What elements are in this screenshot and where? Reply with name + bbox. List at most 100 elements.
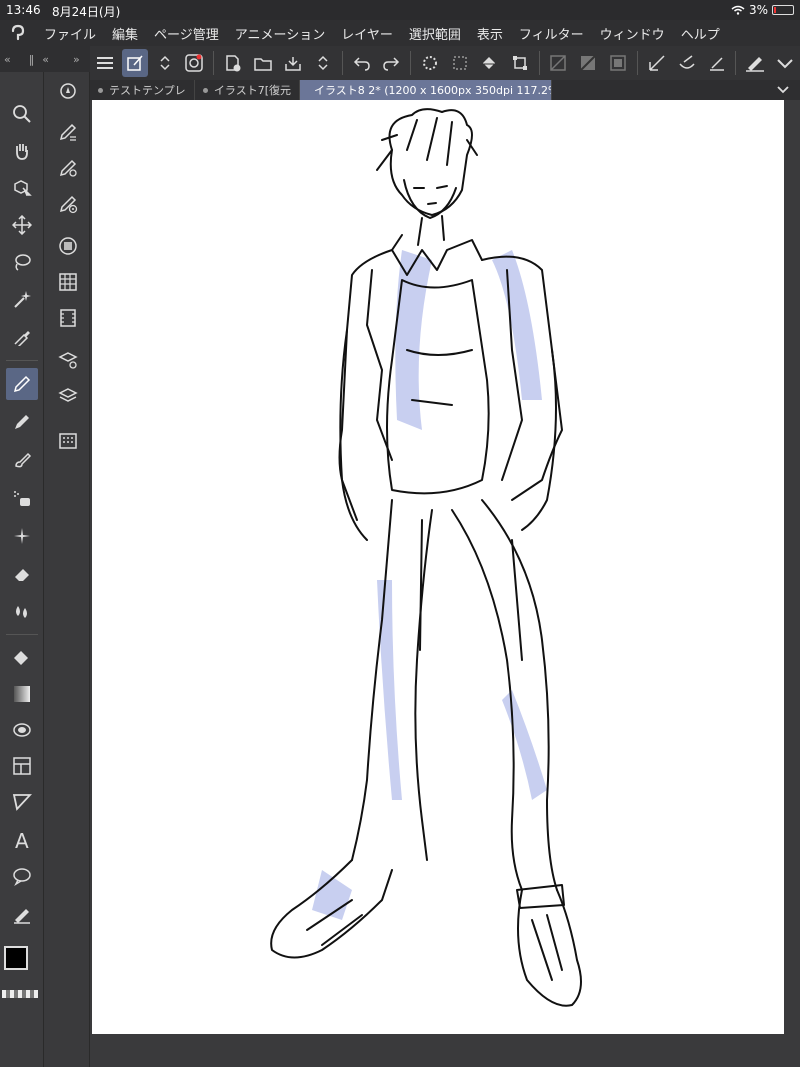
- menu-icon[interactable]: [92, 49, 118, 77]
- frame-icon[interactable]: [6, 750, 38, 782]
- grid-snap-icon[interactable]: [704, 49, 730, 77]
- navigator-icon[interactable]: [52, 75, 84, 107]
- tab-dot-icon: [203, 87, 208, 93]
- wifi-icon: [731, 5, 745, 15]
- status-indicators: 3%: [731, 3, 794, 17]
- toolbar-divider: [213, 51, 215, 75]
- menu-page-manage[interactable]: ページ管理: [146, 24, 227, 43]
- edit-mode-icon[interactable]: [121, 49, 148, 77]
- toolbar-divider-6: [735, 51, 737, 75]
- ruler-icon[interactable]: [6, 786, 38, 818]
- eraser-icon[interactable]: [6, 558, 38, 590]
- battery-percent: 3%: [748, 3, 768, 17]
- transparent-color-swatch[interactable]: [2, 990, 38, 998]
- tab-illust7[interactable]: イラスト7[復元: [195, 80, 300, 100]
- correction-line-icon[interactable]: [6, 898, 38, 930]
- pen-pressure-icon[interactable]: [742, 49, 768, 77]
- battery-icon: [772, 5, 794, 15]
- menu-filter[interactable]: フィルター: [511, 24, 592, 43]
- eyedropper-icon[interactable]: [6, 320, 38, 352]
- chevron-down-icon[interactable]: [772, 49, 798, 77]
- collapse-right-icon[interactable]: »: [73, 53, 80, 66]
- contour-fill-icon[interactable]: [6, 714, 38, 746]
- save-icon[interactable]: [280, 49, 306, 77]
- tab-label: テストテンプレ: [109, 84, 186, 97]
- tab-label: イラスト8 2* (1200 x 1600px 350dpi 117.2%): [314, 84, 552, 97]
- main-color-swatch[interactable]: [4, 946, 28, 970]
- layers-icon[interactable]: [52, 380, 84, 412]
- app-logo-icon[interactable]: [0, 20, 36, 46]
- collapse-left-icon-2[interactable]: «: [42, 53, 49, 66]
- color-swatch[interactable]: [4, 946, 40, 986]
- status-date: 8月24日(月): [52, 5, 121, 19]
- menu-file[interactable]: ファイル: [36, 24, 104, 43]
- zoom-icon[interactable]: [6, 98, 38, 130]
- sub-tool-pen-icon[interactable]: [52, 116, 84, 148]
- companion-icon[interactable]: [182, 49, 208, 77]
- brush-size-icon[interactable]: [52, 188, 84, 220]
- toolbar-divider-5: [637, 51, 638, 75]
- special-ruler-snap-icon[interactable]: [674, 49, 700, 77]
- tab-dot-icon: [98, 87, 103, 93]
- tab-label: イラスト7[復元: [213, 84, 291, 97]
- text-icon[interactable]: A: [6, 824, 38, 856]
- undo-icon[interactable]: [349, 49, 375, 77]
- pen-icon[interactable]: [6, 368, 38, 400]
- move-icon[interactable]: [6, 209, 38, 241]
- object-select-icon[interactable]: [6, 172, 38, 204]
- line-art-figure: [270, 108, 582, 1007]
- menu-view[interactable]: 表示: [469, 24, 511, 43]
- hand-icon[interactable]: [6, 135, 38, 167]
- toolbar-divider-2: [341, 51, 343, 75]
- magic-wand-icon[interactable]: [6, 283, 38, 315]
- chevron-updown-icon-2[interactable]: [310, 49, 336, 77]
- fill-selection-icon[interactable]: [605, 49, 631, 77]
- menu-selection[interactable]: 選択範囲: [401, 24, 469, 43]
- tool-divider-2: [6, 634, 38, 635]
- svg-text:A: A: [15, 830, 29, 850]
- toolbar-divider-3: [410, 51, 412, 75]
- chevron-updown-icon[interactable]: [152, 49, 178, 77]
- menu-bar: ファイル 編集 ページ管理 アニメーション レイヤー 選択範囲 表示 フィルター…: [0, 20, 800, 46]
- lasso-icon[interactable]: [6, 246, 38, 278]
- brush-icon[interactable]: [6, 444, 38, 476]
- clear-outside-icon[interactable]: [575, 49, 601, 77]
- tab-illust8[interactable]: イラスト8 2* (1200 x 1600px 350dpi 117.2%): [300, 80, 552, 100]
- canvas-area: [90, 100, 800, 1067]
- redo-icon[interactable]: [378, 49, 404, 77]
- toolbar-divider-4: [538, 51, 540, 75]
- blend-icon[interactable]: [6, 596, 38, 628]
- grip-icon[interactable]: ‖: [29, 53, 35, 66]
- collapse-left-icon[interactable]: «: [4, 53, 11, 66]
- fill-icon[interactable]: [6, 642, 38, 674]
- layer-property-icon[interactable]: [52, 344, 84, 376]
- clear-layer-icon[interactable]: [546, 49, 572, 77]
- pencil-icon[interactable]: [6, 406, 38, 438]
- airbrush-icon[interactable]: [6, 482, 38, 514]
- fill-bucket-icon[interactable]: [477, 49, 503, 77]
- status-time: 13:46: [6, 3, 41, 17]
- color-wheel-icon[interactable]: [52, 230, 84, 262]
- tab-test-template[interactable]: テストテンプレ: [90, 80, 195, 100]
- color-set-icon[interactable]: [52, 266, 84, 298]
- loading-icon[interactable]: [417, 49, 443, 77]
- tab-list-chevron-icon[interactable]: [776, 85, 800, 95]
- menu-edit[interactable]: 編集: [104, 24, 146, 43]
- menu-layer[interactable]: レイヤー: [333, 24, 401, 43]
- deselect-icon[interactable]: [447, 49, 473, 77]
- drawing-canvas[interactable]: [92, 100, 784, 1034]
- decoration-icon[interactable]: [6, 520, 38, 552]
- balloon-icon[interactable]: [6, 860, 38, 892]
- material-icon[interactable]: [52, 424, 84, 456]
- gradient-icon[interactable]: [6, 678, 38, 710]
- open-folder-icon[interactable]: [250, 49, 276, 77]
- ruler-snap-icon[interactable]: [644, 49, 670, 77]
- menu-window[interactable]: ウィンドウ: [592, 24, 673, 43]
- transform-icon[interactable]: [507, 49, 533, 77]
- tool-property-icon[interactable]: [52, 152, 84, 184]
- menu-help[interactable]: ヘルプ: [673, 24, 728, 43]
- command-bar: [90, 46, 800, 80]
- timeline-icon[interactable]: [52, 302, 84, 334]
- menu-animation[interactable]: アニメーション: [227, 24, 333, 43]
- new-file-icon[interactable]: [220, 49, 246, 77]
